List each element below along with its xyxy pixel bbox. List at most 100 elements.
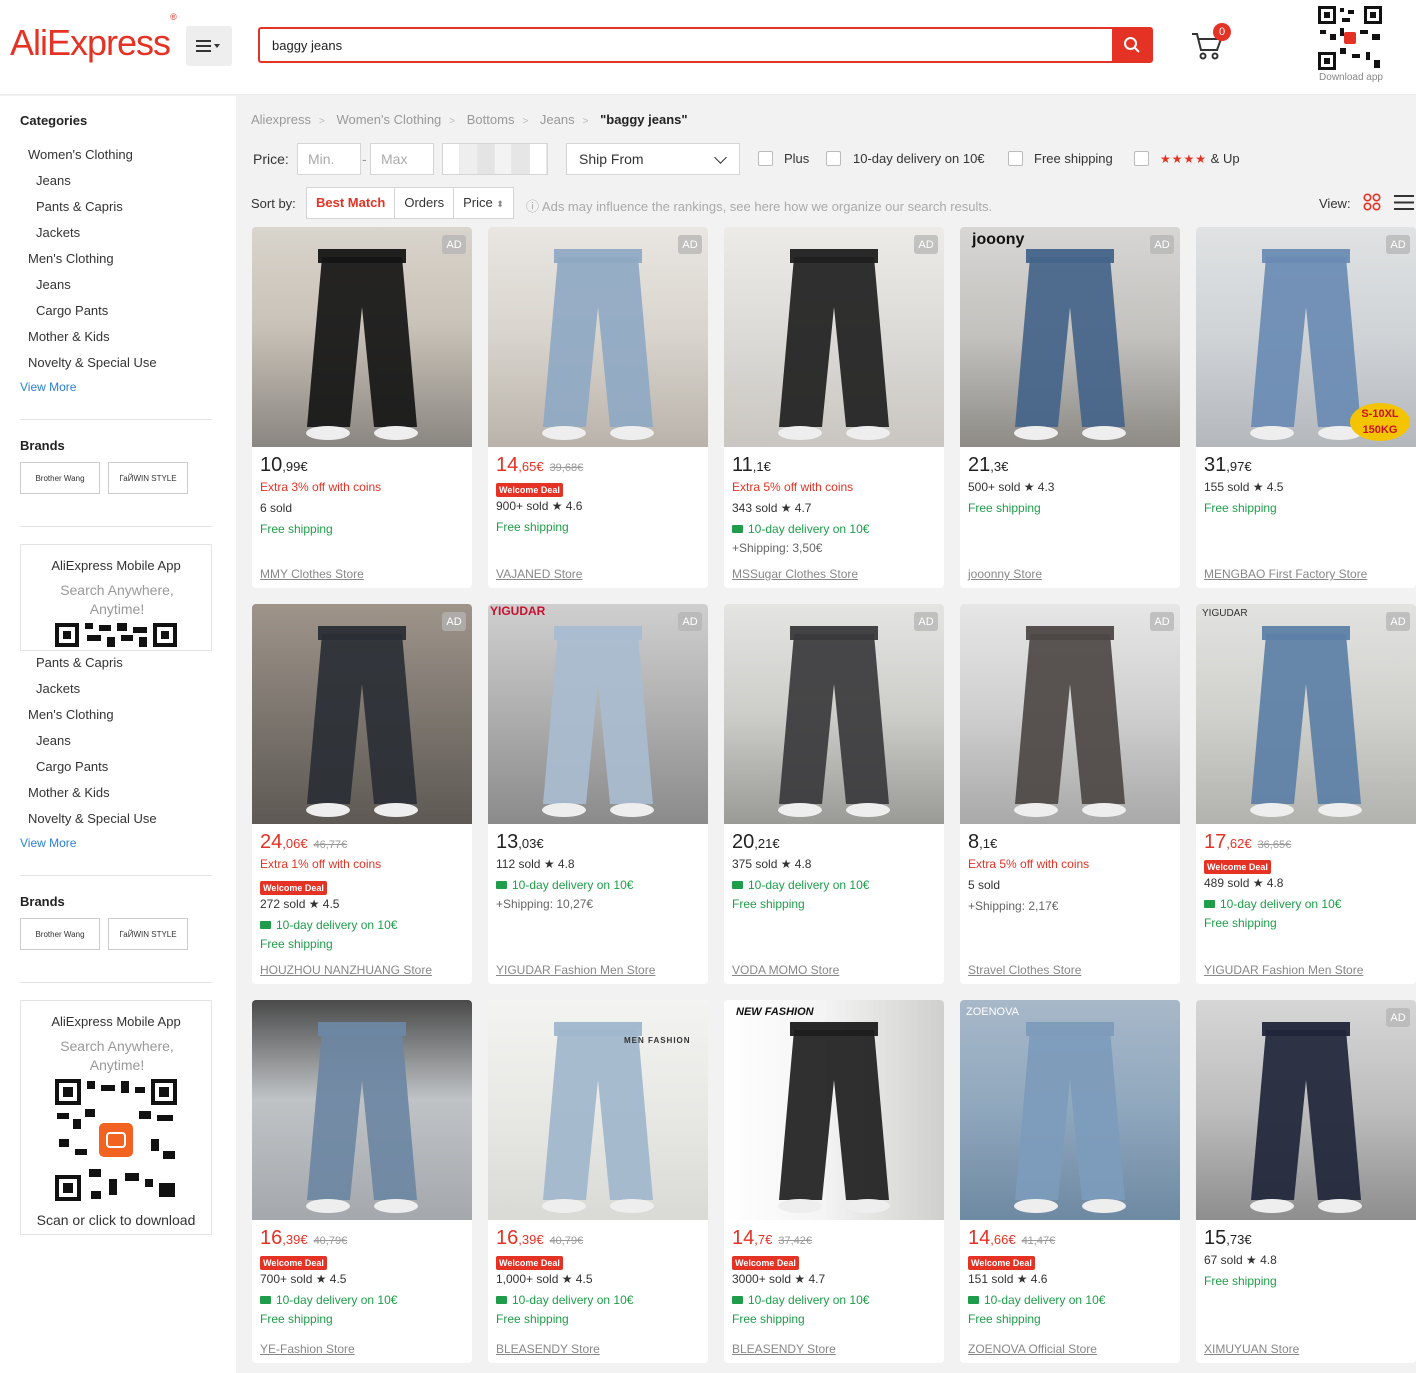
view-more-link[interactable]: View More: [20, 380, 76, 394]
plus-checkbox[interactable]: [758, 151, 773, 166]
brand-brother-wang-2[interactable]: Brother Wang: [20, 918, 100, 950]
search-button[interactable]: [1112, 27, 1152, 63]
free-shipping: Free shipping: [260, 522, 333, 536]
store-link[interactable]: BLEASENDY Store: [496, 1342, 600, 1356]
store-link[interactable]: YE-Fashion Store: [260, 1342, 355, 1356]
breadcrumb-aliexpress[interactable]: Aliexpress: [251, 112, 311, 127]
price-min-input[interactable]: Min.: [297, 143, 361, 175]
download-app-qr-icon[interactable]: [1316, 4, 1384, 72]
product-card[interactable]: AD 20,21€ 375 sold ★ 4.8 10-day delivery on…: [724, 604, 944, 984]
product-image[interactable]: S-10XL 150KG AD: [1196, 227, 1416, 447]
image-overlay-label: YIGUDAR: [490, 604, 546, 618]
category-cargo-pants-2[interactable]: Cargo Pants: [36, 759, 108, 774]
download-app-label[interactable]: Download app: [1309, 72, 1393, 83]
product-card[interactable]: NEW FASHION 14,7€ 37,42€ Welcome Deal 3000+ …: [724, 1000, 944, 1363]
product-card[interactable]: AD 10,99€ Extra 3% off with coins 6 sold Fre…: [252, 227, 472, 588]
product-image[interactable]: AD: [488, 227, 708, 447]
product-card[interactable]: jooony AD 21,3€ 500+ sold ★ 4.3 Free shippin…: [960, 227, 1180, 588]
category-jeans[interactable]: Jeans: [36, 173, 71, 188]
scan-download-link[interactable]: Scan or click to download: [21, 1212, 211, 1228]
product-card[interactable]: AD 8,1€ Extra 5% off with coins 5 sold +Ship…: [960, 604, 1180, 984]
store-link[interactable]: XIMUYUAN Store: [1204, 1342, 1299, 1356]
product-image[interactable]: AD: [1196, 1000, 1416, 1220]
product-price: 14,7€ 37,42€: [732, 1227, 812, 1249]
product-image[interactable]: jooony AD: [960, 227, 1180, 447]
store-link[interactable]: MSSugar Clothes Store: [732, 567, 858, 581]
category-mens-jeans[interactable]: Jeans: [36, 277, 71, 292]
category-mother-kids[interactable]: Mother & Kids: [28, 329, 110, 344]
product-price: 24,06€ 46,77€: [260, 831, 348, 853]
breadcrumb-jeans[interactable]: Jeans: [540, 112, 575, 127]
category-mens-clothing-2[interactable]: Men's Clothing: [28, 707, 114, 722]
ship-from-select[interactable]: Ship From: [566, 143, 740, 175]
category-pants-capris-2[interactable]: Pants & Capris: [36, 655, 123, 670]
free-shipping-checkbox[interactable]: [1008, 151, 1023, 166]
sort-orders[interactable]: Orders: [395, 188, 455, 218]
product-image[interactable]: YIGUDAR AD: [1196, 604, 1416, 824]
category-menu-button[interactable]: [186, 26, 232, 66]
category-womens-clothing[interactable]: Women's Clothing: [28, 147, 133, 162]
product-image[interactable]: AD: [252, 604, 472, 824]
product-image[interactable]: AD: [960, 604, 1180, 824]
store-link[interactable]: jooonny Store: [968, 567, 1042, 581]
product-card[interactable]: MEN FASHION 16,39€ 40,79€ Welcome Deal 1,000…: [488, 1000, 708, 1363]
mobile-app-box[interactable]: AliExpress Mobile App Search Anywhere, A…: [20, 544, 212, 651]
breadcrumb-bottoms[interactable]: Bottoms: [467, 112, 515, 127]
product-card[interactable]: AD 14,65€ 39,68€ Welcome Deal 900+ sold ★ 4.…: [488, 227, 708, 588]
price-max-input[interactable]: Max: [370, 143, 434, 175]
store-link[interactable]: Stravel Clothes Store: [968, 963, 1081, 977]
search-input[interactable]: [272, 29, 1102, 61]
category-mother-kids-2[interactable]: Mother & Kids: [28, 785, 110, 800]
brand-brother-wang[interactable]: Brother Wang: [20, 462, 100, 494]
store-link[interactable]: HOUZHOU NANZHUANG Store: [260, 963, 432, 977]
store-link[interactable]: MENGBAO First Factory Store: [1204, 567, 1367, 581]
product-card[interactable]: ZOENOVA 14,66€ 41,47€ Welcome Deal 151 sold …: [960, 1000, 1180, 1363]
product-image[interactable]: AD: [724, 227, 944, 447]
store-link[interactable]: VODA MOMO Store: [732, 963, 839, 977]
brand-fanwin-style-2[interactable]: ГаЙWIN STYLE: [108, 918, 188, 950]
product-image[interactable]: ZOENOVA: [960, 1000, 1180, 1220]
category-novelty[interactable]: Novelty & Special Use: [28, 355, 157, 370]
image-overlay-label: YIGUDAR: [1202, 608, 1248, 619]
list-view-icon[interactable]: [1394, 194, 1414, 211]
product-image[interactable]: AD: [252, 227, 472, 447]
store-link[interactable]: YIGUDAR Fashion Men Store: [1204, 963, 1363, 977]
product-image[interactable]: [252, 1000, 472, 1220]
category-jackets-2[interactable]: Jackets: [36, 681, 80, 696]
view-more-link-2[interactable]: View More: [20, 836, 76, 850]
sort-price[interactable]: Price ⬍: [454, 188, 513, 218]
category-jackets[interactable]: Jackets: [36, 225, 80, 240]
brand-fanwin-style[interactable]: ГаЙWIN STYLE: [108, 462, 188, 494]
store-link[interactable]: BLEASENDY Store: [732, 1342, 836, 1356]
store-link[interactable]: VAJANED Store: [496, 567, 582, 581]
product-image[interactable]: MEN FASHION: [488, 1000, 708, 1220]
mobile-app-box-2[interactable]: AliExpress Mobile App Search Anywhere, A…: [20, 1000, 212, 1235]
breadcrumb-womens-clothing[interactable]: Women's Clothing: [336, 112, 441, 127]
price-histogram[interactable]: [442, 143, 548, 175]
category-jeans-2[interactable]: Jeans: [36, 733, 71, 748]
category-mens-clothing[interactable]: Men's Clothing: [28, 251, 114, 266]
rating-checkbox[interactable]: [1134, 151, 1149, 166]
product-card[interactable]: YIGUDAR AD 17,62€ 36,65€ Welcome Deal 489 sol…: [1196, 604, 1416, 984]
product-card[interactable]: AD 24,06€ 46,77€ Extra 1% off with coins Wel…: [252, 604, 472, 984]
sort-best-match[interactable]: Best Match: [307, 188, 396, 218]
category-pants-capris[interactable]: Pants & Capris: [36, 199, 123, 214]
store-link[interactable]: ZOENOVA Official Store: [968, 1342, 1097, 1356]
store-link[interactable]: YIGUDAR Fashion Men Store: [496, 963, 655, 977]
delivery-checkbox[interactable]: [826, 151, 841, 166]
product-image[interactable]: AD: [724, 604, 944, 824]
product-card[interactable]: AD 11,1€ Extra 5% off with coins 343 sold ★…: [724, 227, 944, 588]
aliexpress-logo[interactable]: AliExpress®: [10, 12, 177, 64]
product-card[interactable]: AD 15,73€ 67 sold ★ 4.8 Free shipping XIMUYU…: [1196, 1000, 1416, 1363]
grid-view-icon[interactable]: [1363, 193, 1381, 211]
product-card[interactable]: 16,39€ 40,79€ Welcome Deal 700+ sold ★ 4.5 1…: [252, 1000, 472, 1363]
ads-notice[interactable]: ⓘ Ads may influence the rankings, see he…: [526, 196, 992, 215]
category-novelty-2[interactable]: Novelty & Special Use: [28, 811, 157, 826]
product-image[interactable]: YIGUDAR AD: [488, 604, 708, 824]
store-link[interactable]: MMY Clothes Store: [260, 567, 364, 581]
category-cargo-pants[interactable]: Cargo Pants: [36, 303, 108, 318]
product-image[interactable]: NEW FASHION: [724, 1000, 944, 1220]
product-price: 13,03€: [496, 831, 544, 853]
product-card[interactable]: S-10XL 150KG AD 31,97€ 155 sold ★ 4.5 Free s…: [1196, 227, 1416, 588]
product-card[interactable]: YIGUDAR AD 13,03€ 112 sold ★ 4.8 10-day deli…: [488, 604, 708, 984]
